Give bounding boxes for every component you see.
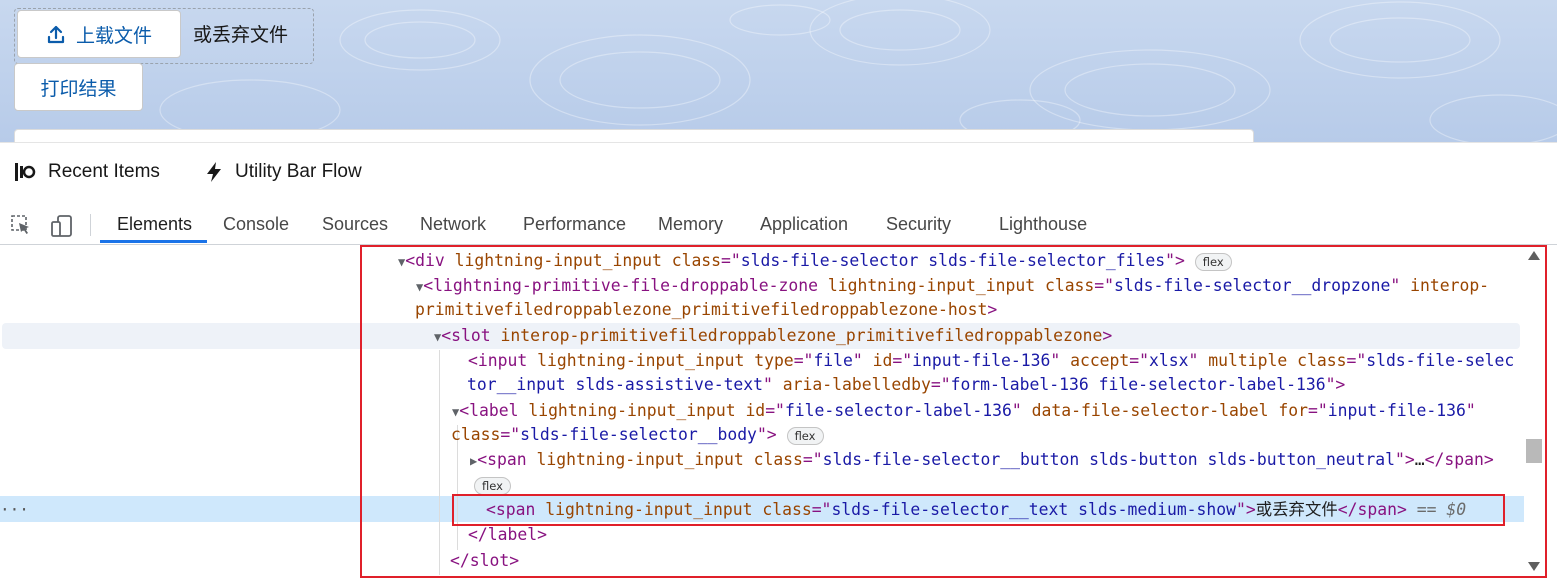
tab-network[interactable]: Network <box>420 214 486 235</box>
elements-scrollbar[interactable] <box>1524 245 1544 578</box>
toolbar-divider <box>90 214 91 236</box>
device-toolbar-icon[interactable] <box>50 214 74 238</box>
tab-memory[interactable]: Memory <box>658 214 723 235</box>
tab-console[interactable]: Console <box>223 214 289 235</box>
upload-icon <box>47 25 65 44</box>
tab-performance[interactable]: Performance <box>523 214 626 235</box>
scroll-thumb[interactable] <box>1526 439 1542 463</box>
upload-file-button[interactable]: 上载文件 <box>17 10 181 58</box>
tab-elements[interactable]: Elements <box>117 214 192 235</box>
utility-item-recent-items[interactable]: Recent Items <box>14 161 160 183</box>
node-actions-ellipsis[interactable]: ··· <box>0 500 29 519</box>
annotation-box-selected <box>452 494 1505 526</box>
tab-security[interactable]: Security <box>886 214 951 235</box>
annotation-box-outer <box>360 245 1547 578</box>
scroll-up-arrow-icon[interactable] <box>1528 251 1540 260</box>
active-tab-indicator <box>100 240 207 243</box>
tab-sources[interactable]: Sources <box>322 214 388 235</box>
scroll-down-arrow-icon[interactable] <box>1528 562 1540 571</box>
recent-items-icon <box>15 163 36 181</box>
print-results-button[interactable]: 打印结果 <box>14 63 143 111</box>
content-card <box>14 129 1254 142</box>
tab-lighthouse[interactable]: Lighthouse <box>999 214 1087 235</box>
flow-label: Utility Bar Flow <box>235 161 362 182</box>
upload-file-label: 上载文件 <box>75 24 152 47</box>
recent-items-label: Recent Items <box>48 161 160 182</box>
inspect-element-icon[interactable] <box>10 214 32 236</box>
utility-item-flow[interactable]: Utility Bar Flow <box>205 161 362 183</box>
lightning-bolt-icon <box>207 162 221 182</box>
devtools-toolbar: Elements Console Sources Network Perform… <box>0 204 1557 245</box>
utility-bar: Recent Items Utility Bar Flow <box>0 142 1557 205</box>
page-header-background: 上载文件 或丢弃文件 打印结果 <box>0 0 1557 142</box>
drop-files-text: 或丢弃文件 <box>193 24 289 46</box>
tab-application[interactable]: Application <box>760 214 848 235</box>
